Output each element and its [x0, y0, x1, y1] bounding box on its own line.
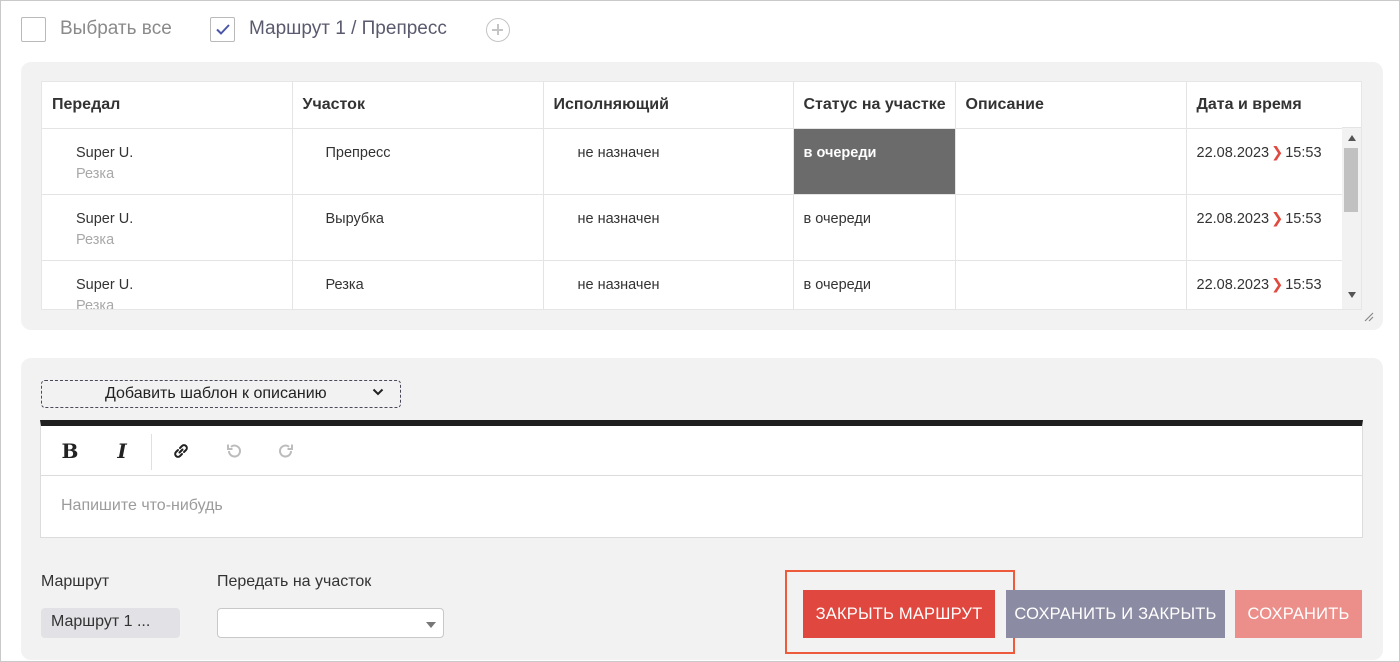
status-text: в очереди — [803, 276, 871, 293]
section-name: Резка — [325, 276, 364, 293]
assignee-name: не назначен — [577, 276, 660, 293]
transfer-section-label: Передать на участок — [217, 573, 372, 590]
scroll-thumb[interactable] — [1344, 148, 1358, 212]
redo-icon — [279, 444, 293, 458]
cell-description — [955, 194, 1187, 261]
cell-section: Вырубка — [292, 194, 544, 261]
undo-icon — [227, 444, 241, 458]
transfer-section-select[interactable] — [217, 608, 444, 638]
sender-section: Резка — [76, 297, 115, 310]
link-icon — [174, 444, 188, 458]
route-checkbox[interactable] — [210, 17, 235, 42]
select-all-checkbox[interactable] — [21, 17, 46, 42]
route-field-value: Маршрут 1 ... — [41, 608, 180, 638]
scroll-down-icon[interactable] — [1348, 292, 1356, 298]
cell-datetime: 22.08.2023 ❯ 15:53 — [1186, 128, 1343, 195]
sender-name: Super U. — [76, 210, 134, 227]
time-text: 15:53 — [1285, 276, 1322, 293]
bold-button[interactable]: B — [53, 434, 87, 468]
cell-assignee: не назначен — [543, 260, 794, 309]
table-scrollbar[interactable] — [1342, 128, 1361, 309]
editor-input[interactable]: Напишите что-нибудь — [61, 497, 223, 515]
redo-button[interactable] — [269, 434, 303, 468]
undo-button[interactable] — [217, 434, 251, 468]
cell-status: в очереди — [793, 194, 956, 261]
time-text: 15:53 — [1285, 144, 1322, 161]
chevron-right-icon: ❯ — [1271, 210, 1284, 227]
table-row[interactable]: Super U. Резка Резка не назначен в очере… — [42, 260, 1343, 310]
cell-section: Резка — [292, 260, 544, 309]
resize-grip-icon[interactable] — [1362, 310, 1374, 322]
cell-sender: Super U. Резка — [42, 128, 293, 195]
table-row[interactable]: Super U. Резка Препресс не назначен в оч… — [42, 128, 1343, 195]
toolbar-divider — [151, 434, 152, 470]
column-header-sender[interactable]: Передал — [42, 82, 293, 129]
checkmark-icon — [216, 24, 230, 35]
status-text: в очереди — [803, 210, 871, 227]
cell-sender: Super U. Резка — [42, 260, 293, 310]
date-text: 22.08.2023 — [1196, 210, 1270, 227]
cell-assignee: не назначен — [543, 194, 794, 261]
route-tabs-bar: Выбрать все Маршрут 1 / Препресс — [0, 0, 1400, 58]
close-route-button[interactable]: ЗАКРЫТЬ МАРШРУТ — [803, 590, 995, 638]
italic-button[interactable]: I — [105, 434, 139, 468]
section-name: Препресс — [325, 144, 391, 161]
chevron-down-icon — [372, 388, 384, 396]
sender-section: Резка — [76, 231, 115, 248]
template-select-label: Добавить шаблон к описанию — [105, 385, 327, 402]
cell-description — [955, 260, 1187, 309]
chevron-right-icon: ❯ — [1271, 144, 1284, 161]
route-field-label: Маршрут — [41, 573, 110, 590]
scroll-up-icon[interactable] — [1348, 135, 1356, 141]
column-header-section[interactable]: Участок — [292, 82, 544, 129]
cell-section: Препресс — [292, 128, 544, 195]
save-and-close-button[interactable]: СОХРАНИТЬ И ЗАКРЫТЬ — [1006, 590, 1225, 638]
time-text: 15:53 — [1285, 210, 1322, 227]
cell-datetime: 22.08.2023 ❯ 15:53 — [1186, 260, 1343, 309]
editor-toolbar: B I — [41, 426, 1362, 476]
save-button[interactable]: СОХРАНИТЬ — [1235, 590, 1362, 638]
route-label[interactable]: Маршрут 1 / Препресс — [249, 17, 447, 41]
date-text: 22.08.2023 — [1196, 276, 1270, 293]
column-header-assignee[interactable]: Исполняющий — [543, 82, 794, 129]
add-route-icon[interactable] — [486, 18, 510, 42]
header-filler — [1342, 82, 1361, 128]
table-header-row: Передал Участок Исполняющий Статус на уч… — [42, 82, 1343, 129]
column-header-status[interactable]: Статус на участке — [793, 82, 956, 129]
cell-description — [955, 128, 1187, 195]
rich-text-editor: B I Напишите что-нибудь — [40, 420, 1363, 538]
cell-status: в очереди — [793, 260, 956, 309]
cell-assignee: не назначен — [543, 128, 794, 195]
status-text: в очереди — [803, 144, 877, 161]
assignee-name: не назначен — [577, 144, 660, 161]
cell-sender: Super U. Резка — [42, 194, 293, 261]
link-button[interactable] — [164, 434, 198, 468]
sender-name: Super U. — [76, 276, 134, 293]
date-text: 22.08.2023 — [1196, 144, 1270, 161]
cell-datetime: 22.08.2023 ❯ 15:53 — [1186, 194, 1343, 261]
cell-status: в очереди — [793, 128, 956, 195]
column-header-datetime[interactable]: Дата и время — [1186, 82, 1343, 129]
history-table: Передал Участок Исполняющий Статус на уч… — [41, 81, 1362, 310]
sender-section: Резка — [76, 165, 115, 182]
table-row[interactable]: Super U. Резка Вырубка не назначен в оче… — [42, 194, 1343, 261]
column-header-description[interactable]: Описание — [955, 82, 1187, 129]
section-name: Вырубка — [325, 210, 384, 227]
chevron-right-icon: ❯ — [1271, 276, 1284, 293]
template-select[interactable]: Добавить шаблон к описанию — [41, 380, 401, 408]
sender-name: Super U. — [76, 144, 134, 161]
select-all-label[interactable]: Выбрать все — [60, 17, 172, 41]
dropdown-arrow-icon — [426, 622, 436, 628]
assignee-name: не назначен — [577, 210, 660, 227]
